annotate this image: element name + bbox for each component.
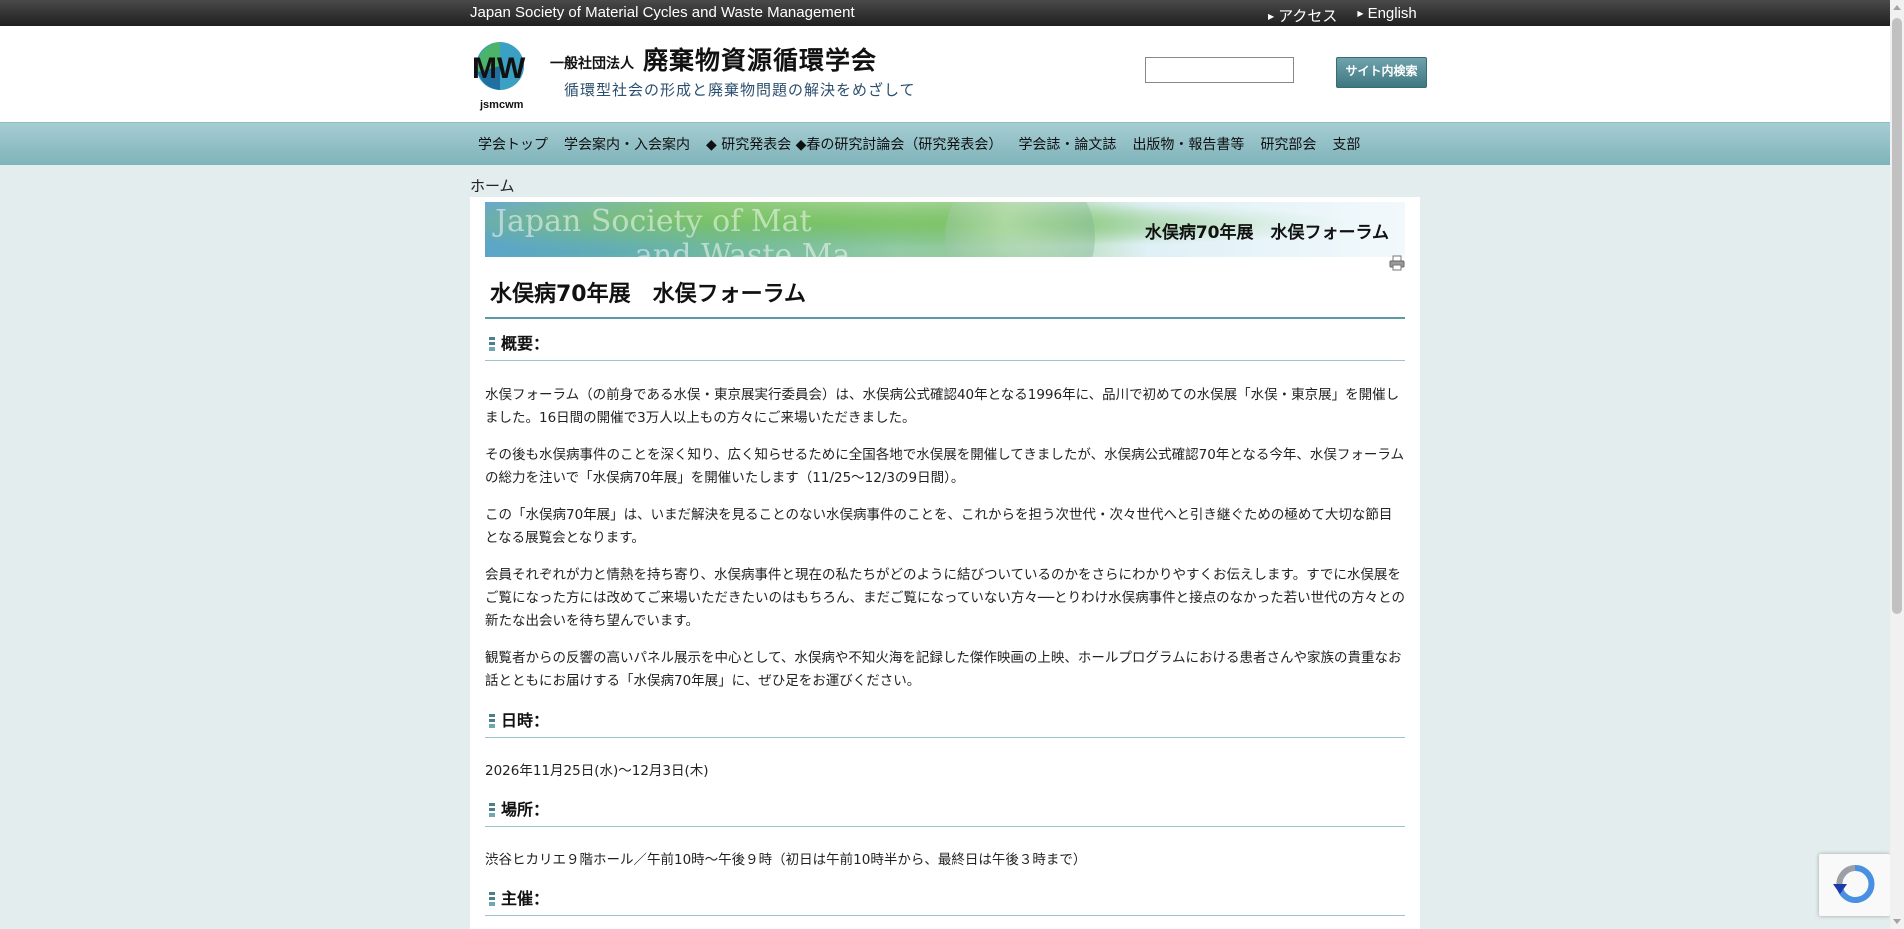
section-heading-organizer: 主催： bbox=[485, 885, 1405, 916]
paragraph: その後も水俣病事件のことを深く知り、広く知らせるために全国各地で水俣展を開催して… bbox=[485, 447, 1404, 486]
svg-text:jsmcwm: jsmcwm bbox=[479, 99, 524, 111]
print-icon[interactable] bbox=[1388, 254, 1406, 272]
nav-item-branches[interactable]: 支部 bbox=[1332, 134, 1360, 154]
section-heading-overview: 概要： bbox=[485, 330, 1405, 361]
section-heading-venue: 場所： bbox=[485, 796, 1405, 827]
site-header: MW jsmcwm 一般社団法人 廃棄物資源循環学会 循環型社会の形成と廃棄物問… bbox=[0, 26, 1890, 122]
society-logo[interactable]: MW jsmcwm bbox=[470, 36, 550, 114]
svg-text:MW: MW bbox=[472, 52, 526, 85]
banner-watermark: Japan Society of Mat bbox=[495, 204, 812, 239]
globe-graphic bbox=[945, 202, 1095, 257]
venue-text: 渋谷ヒカリエ９階ホール／午前10時〜午後９時（初日は午前10時半から、最終日は午… bbox=[485, 852, 1087, 868]
heading-marker-icon bbox=[489, 892, 495, 906]
paragraph: 観覧者からの反響の高いパネル展示を中心として、水俣病や不知火海を記録した傑作映画… bbox=[485, 650, 1402, 689]
org-kind: 一般社団法人 bbox=[550, 56, 634, 72]
org-name[interactable]: 廃棄物資源循環学会 bbox=[643, 41, 877, 77]
page-banner: Japan Society of Mat and Waste Ma 水俣病70年… bbox=[485, 202, 1405, 257]
banner-title: 水俣病70年展 水俣フォーラム bbox=[1144, 223, 1389, 243]
tagline: 循環型社会の形成と廃棄物問題の解決をめざして bbox=[564, 81, 916, 99]
heading-marker-icon bbox=[489, 803, 495, 817]
main-content: Japan Society of Mat and Waste Ma 水俣病70年… bbox=[470, 197, 1420, 929]
paragraph: この「水俣病70年展」は、いまだ解決を見ることのない水俣病事件のことを、これから… bbox=[485, 507, 1393, 546]
nav-item-top[interactable]: 学会トップ bbox=[478, 134, 548, 154]
scrollbar-thumb[interactable] bbox=[1892, 18, 1902, 614]
heading-marker-icon bbox=[489, 714, 495, 728]
nav-item-about[interactable]: 学会案内・入会案内 bbox=[564, 134, 690, 154]
scroll-down-icon[interactable] bbox=[1893, 919, 1901, 924]
breadcrumb-home[interactable]: ホーム bbox=[470, 175, 515, 196]
recaptcha-icon bbox=[1833, 864, 1875, 903]
triangle-right-icon: ▶ bbox=[1357, 9, 1364, 18]
paragraph: 水俣フォーラム（の前身である水俣・東京展実行委員会）は、水俣病公式確認40年とな… bbox=[485, 387, 1400, 426]
nav-item-conference[interactable]: ◆ 研究発表会 ◆春の研究討論会（研究発表会） bbox=[706, 134, 1002, 154]
english-link[interactable]: ▶ English bbox=[1357, 5, 1416, 26]
paragraph: 会員それぞれが力と情熱を持ち寄り、水俣病事件と現在の私たちがどのように結びついて… bbox=[485, 567, 1405, 629]
vertical-scrollbar[interactable] bbox=[1890, 0, 1904, 929]
datetime-text: 2026年11月25日(水)〜12月3日(木) bbox=[485, 763, 709, 779]
heading-marker-icon bbox=[489, 337, 495, 351]
society-name: Japan Society of Material Cycles and Was… bbox=[470, 4, 855, 21]
top-bar: Japan Society of Material Cycles and Was… bbox=[0, 0, 1890, 26]
scroll-up-icon[interactable] bbox=[1893, 5, 1901, 10]
triangle-right-icon: ▶ bbox=[1268, 12, 1275, 21]
main-nav: 学会トップ 学会案内・入会案内 ◆ 研究発表会 ◆春の研究討論会（研究発表会） … bbox=[0, 122, 1890, 165]
section-heading-datetime: 日時： bbox=[485, 707, 1405, 738]
banner-watermark: and Waste Ma bbox=[635, 238, 851, 257]
nav-item-journals[interactable]: 学会誌・論文誌 bbox=[1018, 134, 1116, 154]
top-links: ▶ アクセス ▶ English bbox=[1268, 5, 1417, 26]
site-search-button[interactable]: サイト内検索 bbox=[1336, 57, 1427, 88]
recaptcha-badge[interactable] bbox=[1819, 854, 1890, 916]
access-link[interactable]: ▶ アクセス bbox=[1268, 5, 1337, 26]
nav-item-publications[interactable]: 出版物・報告書等 bbox=[1132, 134, 1244, 154]
search-input[interactable] bbox=[1145, 57, 1294, 83]
nav-item-divisions[interactable]: 研究部会 bbox=[1260, 134, 1316, 154]
page-title: 水俣病70年展 水俣フォーラム bbox=[485, 277, 1405, 319]
